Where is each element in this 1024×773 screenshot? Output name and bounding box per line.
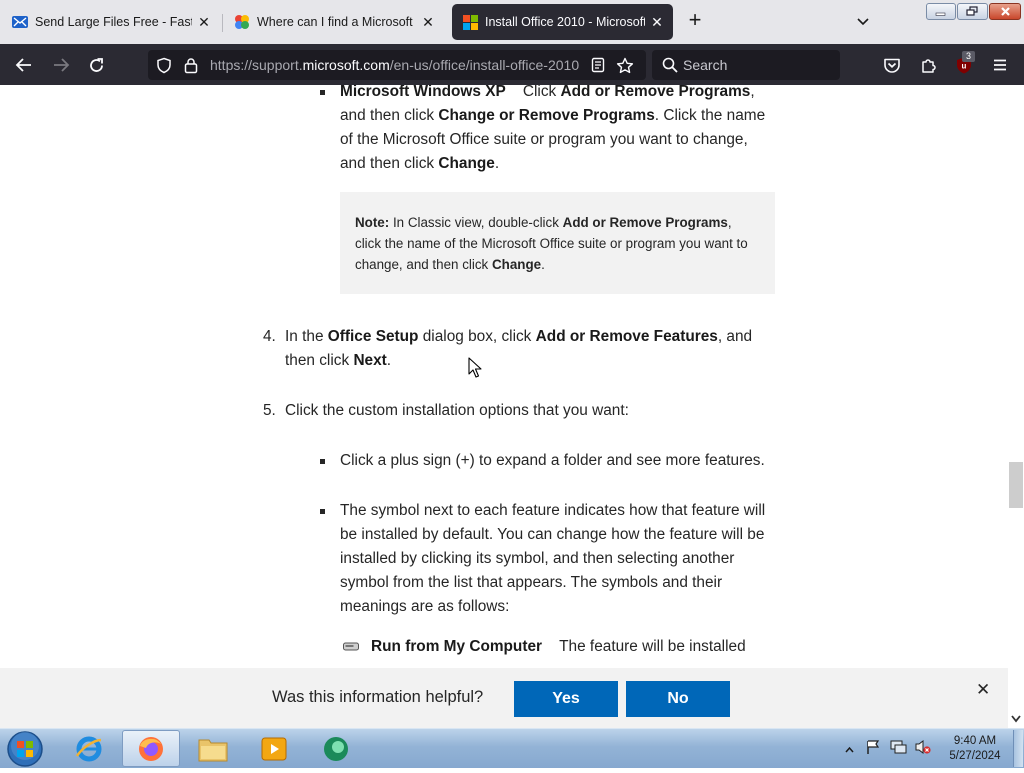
step-4-text: In the Office Setup dialog box, click Ad… <box>285 328 753 369</box>
back-button[interactable] <box>13 54 35 76</box>
media-player-icon <box>261 737 287 760</box>
maximize-button[interactable] <box>957 3 988 20</box>
list-item-symbol: The symbol next to each feature indicate… <box>340 502 766 615</box>
tab-separator <box>222 14 223 32</box>
list-item-plus-sign: Click a plus sign (+) to expand a folder… <box>340 452 765 469</box>
volume-muted-icon[interactable] <box>914 739 932 760</box>
tracking-protection-button[interactable] <box>153 54 175 76</box>
extension-badge: 3 <box>962 51 975 62</box>
window-close-button[interactable] <box>989 3 1021 20</box>
forward-arrow-icon <box>54 58 70 72</box>
show-desktop-button[interactable] <box>1013 730 1023 767</box>
microsoft-icon <box>462 14 478 30</box>
article-content: Microsoft Windows XP Click Add or Remove… <box>0 85 1008 668</box>
bookmark-button[interactable] <box>614 54 636 76</box>
scrollbar-thumb[interactable] <box>1009 462 1023 508</box>
network-icon[interactable] <box>890 739 908 760</box>
clock-time: 9:40 AM <box>953 735 997 747</box>
tab-install-office[interactable]: Install Office 2010 - Microsoft Support … <box>452 4 673 40</box>
tab-strip: Send Large Files Free - Fast Secure ✕ Wh… <box>0 0 1024 44</box>
reader-view-button[interactable] <box>587 54 609 76</box>
app-menu-button[interactable] <box>989 54 1011 76</box>
wetransfer-icon <box>12 14 28 30</box>
chevron-down-icon <box>857 18 869 26</box>
reload-button[interactable] <box>85 54 107 76</box>
action-center-icon[interactable] <box>865 739 881 760</box>
tab-title: Where can I find a Microsoft 2010 <box>257 15 416 29</box>
pocket-icon <box>884 58 900 73</box>
feedback-close-icon[interactable]: ✕ <box>976 680 990 700</box>
clock-date: 5/27/2024 <box>949 750 1001 762</box>
taskbar-internet-explorer[interactable] <box>60 730 118 767</box>
tab-title: Install Office 2010 - Microsoft Support <box>485 15 645 29</box>
svg-text:u: u <box>962 61 967 70</box>
note-box: Note: In Classic view, double-click Add … <box>340 192 775 294</box>
taskbar-app[interactable] <box>307 730 365 767</box>
search-icon <box>659 54 681 76</box>
scroll-down-arrow-icon[interactable] <box>1011 715 1021 723</box>
tab-where-can-i-find[interactable]: Where can I find a Microsoft 2010 ✕ <box>224 4 444 40</box>
close-icon <box>1000 7 1010 16</box>
page-scrollbar[interactable] <box>1008 85 1024 728</box>
folder-icon <box>198 739 228 761</box>
minimize-icon <box>935 12 946 16</box>
feedback-no-button[interactable]: No <box>626 681 730 717</box>
close-tab-icon[interactable]: ✕ <box>649 14 665 31</box>
star-icon <box>616 57 634 73</box>
site-info-button[interactable] <box>180 54 202 76</box>
hamburger-menu-icon <box>994 59 1006 71</box>
taskbar-media-player[interactable] <box>245 730 303 767</box>
windows-start-icon <box>7 731 43 767</box>
bullet <box>320 459 325 464</box>
extensions-button[interactable] <box>917 54 939 76</box>
step-number: 4. <box>263 328 276 345</box>
bullet <box>320 90 325 95</box>
pocket-button[interactable] <box>881 54 903 76</box>
start-button[interactable] <box>6 730 44 773</box>
minimize-button[interactable] <box>926 3 956 20</box>
bullet <box>320 509 325 514</box>
firefox-icon <box>139 736 163 761</box>
puzzle-icon <box>921 58 936 73</box>
show-hidden-icons-button[interactable] <box>845 741 854 759</box>
feedback-question: Was this information helpful? <box>272 688 484 706</box>
feedback-banner: Was this information helpful? Yes No ✕ <box>0 668 1008 728</box>
reload-icon <box>89 57 103 72</box>
tab-wetransfer[interactable]: Send Large Files Free - Fast Secure ✕ <box>2 4 220 40</box>
chevron-up-icon <box>845 746 854 753</box>
reader-view-icon <box>591 57 605 73</box>
run-from-my-computer: Run from My Computer The feature will be… <box>371 638 746 655</box>
system-clock[interactable]: 9:40 AM 5/27/2024 <box>940 734 1010 764</box>
windows-taskbar: 9:40 AM 5/27/2024 <box>0 728 1024 768</box>
step-5-text: Click the custom installation options th… <box>285 402 629 419</box>
internet-explorer-icon <box>75 736 102 761</box>
close-tab-icon[interactable]: ✕ <box>196 14 212 31</box>
close-tab-icon[interactable]: ✕ <box>420 14 436 31</box>
note-text: Note: In Classic view, double-click Add … <box>355 215 748 272</box>
feedback-yes-button[interactable]: Yes <box>514 681 618 717</box>
restore-icon <box>966 6 978 16</box>
url-text[interactable]: https://support.microsoft.com/en-us/offi… <box>210 57 580 73</box>
shield-icon <box>157 57 171 73</box>
forward-button[interactable] <box>50 54 72 76</box>
list-item-windows-xp: Microsoft Windows XP Click Add or Remove… <box>340 85 766 172</box>
navigation-toolbar: https://support.microsoft.com/en-us/offi… <box>0 44 1024 85</box>
back-arrow-icon <box>15 58 31 72</box>
list-all-tabs-button[interactable] <box>855 14 871 35</box>
tab-title: Send Large Files Free - Fast Secure <box>35 15 192 29</box>
taskbar-firefox[interactable] <box>122 730 180 767</box>
search-placeholder: Search <box>683 57 728 73</box>
google-photos-icon <box>234 14 250 30</box>
url-bar[interactable]: https://support.microsoft.com/en-us/offi… <box>148 50 646 80</box>
taskbar-file-explorer[interactable] <box>184 730 242 767</box>
step-number: 5. <box>263 402 276 419</box>
mouse-cursor-icon <box>468 357 482 384</box>
hard-drive-icon <box>343 639 359 657</box>
new-tab-button[interactable]: + <box>684 9 706 32</box>
lock-icon <box>184 57 198 73</box>
search-bar[interactable]: Search <box>652 50 840 80</box>
app-icon <box>324 736 348 761</box>
